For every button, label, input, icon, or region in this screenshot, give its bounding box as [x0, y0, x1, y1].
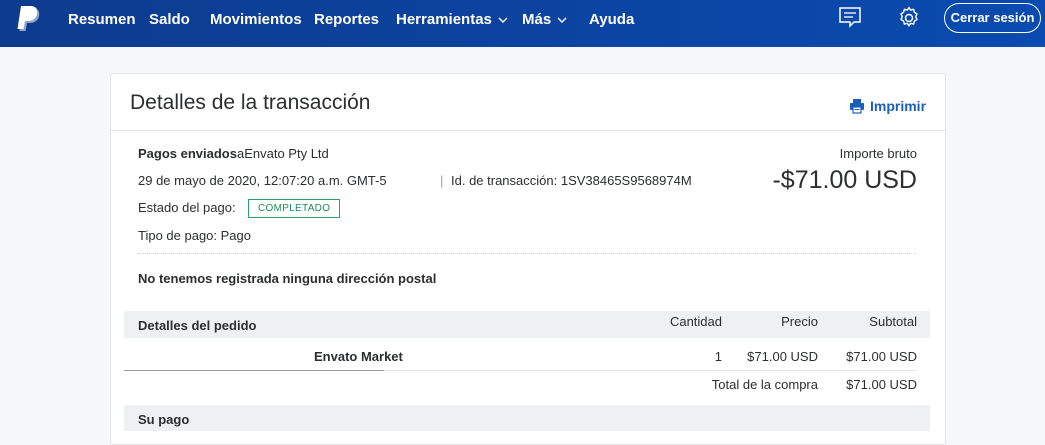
- payment-header-band: [124, 405, 930, 431]
- id-separator: |: [440, 173, 444, 188]
- print-label: Imprimir: [870, 98, 927, 114]
- nav-ayuda[interactable]: Ayuda: [589, 0, 634, 40]
- nav-resumen[interactable]: Resumen: [68, 0, 136, 40]
- gross-label: Importe bruto: [839, 146, 917, 161]
- details-divider: [138, 253, 916, 254]
- transaction-card: Detalles de la transacción Imprimir: [110, 73, 946, 445]
- column-price: Precio: [781, 314, 818, 329]
- order-item-subtotal: $71.00 USD: [846, 349, 917, 364]
- status-badge: COMPLETADO: [248, 199, 341, 218]
- recipient-name: aEnvato Pty Ltd: [236, 146, 329, 161]
- gross-amount: -$71.00 USD: [772, 166, 917, 194]
- message-icon[interactable]: [838, 6, 862, 28]
- column-subtotal: Subtotal: [869, 314, 917, 329]
- order-item-qty: 1: [714, 349, 722, 364]
- logout-button[interactable]: Cerrar sesión: [944, 3, 1041, 33]
- order-item-name: Envato Market: [314, 349, 403, 364]
- sent-line: Pagos enviadosaEnvato Pty Ltd: [138, 146, 329, 161]
- nav-reportes[interactable]: Reportes: [314, 0, 379, 40]
- payment-section-title: Su pago: [138, 412, 190, 427]
- row-divider-left: [124, 370, 384, 371]
- gear-icon[interactable]: [897, 6, 921, 30]
- nav-saldo[interactable]: Saldo: [149, 0, 190, 40]
- nav-mas-label: Más: [522, 11, 552, 28]
- top-nav: Resumen Saldo Movimientos Reportes Herra…: [0, 0, 1045, 47]
- print-button[interactable]: Imprimir: [849, 98, 926, 118]
- order-item-price: $71.00 USD: [747, 349, 818, 364]
- header-divider: [111, 130, 945, 131]
- sent-label: Pagos enviados: [138, 146, 237, 161]
- transaction-date: 29 de mayo de 2020, 12:07:20 a.m. GMT-5: [138, 173, 387, 188]
- chevron-down-icon: [498, 17, 508, 24]
- nav-movimientos[interactable]: Movimientos: [210, 0, 302, 40]
- total-label: Total de la compra: [711, 377, 818, 392]
- payment-type: Tipo de pago: Pago: [138, 228, 251, 243]
- column-quantity: Cantidad: [669, 314, 722, 329]
- chevron-down-icon: [557, 17, 567, 24]
- total-value: $71.00 USD: [846, 377, 917, 392]
- transaction-id: Id. de transacción: 1SV38465S9568974M: [451, 173, 692, 188]
- page-title: Detalles de la transacción: [130, 91, 371, 114]
- no-address-notice: No tenemos registrada ninguna dirección …: [138, 271, 437, 286]
- nav-herramientas-label: Herramientas: [396, 11, 492, 28]
- paypal-logo[interactable]: [17, 6, 41, 36]
- nav-herramientas[interactable]: Herramientas: [396, 0, 508, 40]
- printer-icon: [850, 99, 864, 114]
- row-divider-right: [384, 370, 917, 371]
- status-label: Estado del pago:: [138, 200, 236, 215]
- order-section-title: Detalles del pedido: [138, 318, 257, 333]
- nav-mas[interactable]: Más: [522, 0, 567, 40]
